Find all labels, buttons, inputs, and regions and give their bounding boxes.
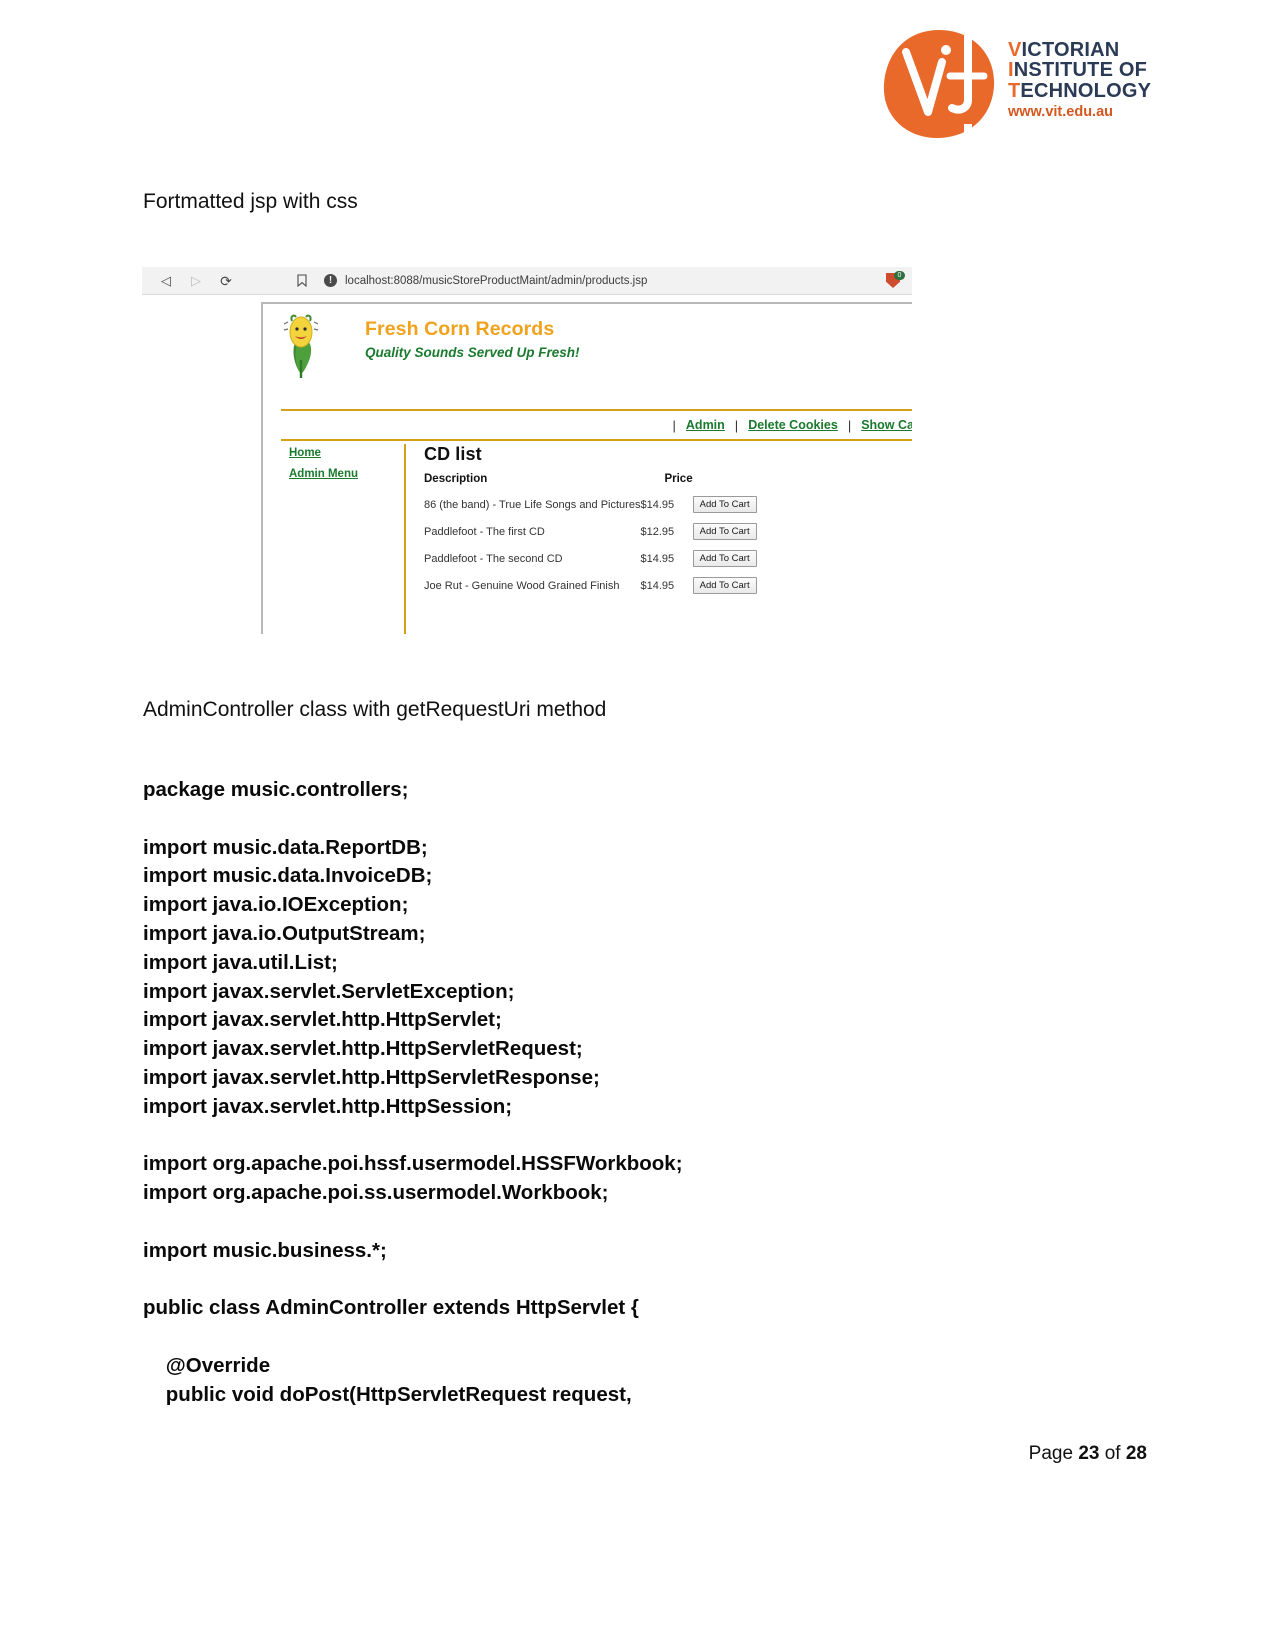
vit-logo-mark-icon <box>880 28 998 140</box>
site-header: Fresh Corn Records Quality Sounds Served… <box>263 304 912 384</box>
logo-website-url: www.vit.edu.au <box>1008 104 1114 121</box>
page-number-footer: Page 23 of 28 <box>1029 1443 1147 1465</box>
logo-line-1-rest: ICTORIAN <box>1021 39 1120 61</box>
add-to-cart-button[interactable]: Add To Cart <box>692 496 757 513</box>
nav-link-show-cart[interactable]: Show Ca <box>861 418 912 432</box>
nav-separator-3: | <box>847 417 852 433</box>
logo-line-3-rest: ECHNOLOGY <box>1020 79 1152 102</box>
logo-line-2-rest: NSTITUTE OF <box>1013 59 1148 82</box>
site-content: Home Admin Menu CD list Description Pric… <box>281 444 912 634</box>
cell-description: Paddlefoot - The first CD <box>424 525 545 538</box>
footer-current-page: 23 <box>1078 1443 1100 1464</box>
logo-line-2: INSTITUTE OF <box>1008 60 1151 80</box>
site-main: CD list Description Price 86 (the band) <box>406 444 912 634</box>
site-sidebar: Home Admin Menu <box>281 444 406 634</box>
java-code-listing: package music.controllers; import music.… <box>143 778 683 1406</box>
vit-logo-text: VICTORIAN INSTITUTE OF TECHNOLOGY www.vi… <box>1008 40 1151 120</box>
table-row: 86 (the band) - True Life Songs and Pict… <box>424 491 757 518</box>
url-text[interactable]: localhost:8088/musicStoreProductMaint/ad… <box>345 275 647 287</box>
extension-badge: 0 <box>894 270 905 280</box>
add-to-cart-button[interactable]: Add To Cart <box>692 577 757 594</box>
sidebar-item-home[interactable]: Home <box>289 447 404 459</box>
forward-icon[interactable]: ▷ <box>186 271 206 291</box>
site-title: Fresh Corn Records <box>365 318 555 340</box>
site-nav: | Admin | Delete Cookies | Show Ca <box>281 409 912 441</box>
nav-separator-1: | <box>672 417 676 433</box>
bookmark-icon[interactable] <box>292 271 312 291</box>
logo-line-1: VICTORIAN <box>1008 40 1151 60</box>
cell-description: 86 (the band) - True Life Songs and Pict… <box>424 498 641 511</box>
sidebar-item-admin-menu[interactable]: Admin Menu <box>289 468 404 480</box>
table-header-row: Description Price <box>424 473 757 491</box>
embedded-browser-screenshot: ◁ ▷ ⟳ ! localhost:8088/musicStoreProduct… <box>142 267 912 634</box>
caption-admin-controller: AdminController class with getRequestUri… <box>143 698 607 721</box>
extension-icon[interactable]: 0 <box>882 270 905 291</box>
cell-price: $12.95 <box>640 525 675 538</box>
corn-mascot-icon <box>280 312 322 380</box>
add-to-cart-button[interactable]: Add To Cart <box>692 523 757 540</box>
table-row: Paddlefoot - The first CD $12.95 Add To … <box>424 518 757 545</box>
reload-icon[interactable]: ⟳ <box>216 271 236 291</box>
cell-action: Add To Cart <box>692 545 757 572</box>
vit-logo: VICTORIAN INSTITUTE OF TECHNOLOGY www.vi… <box>880 22 1170 142</box>
nav-separator-2: | <box>734 417 739 433</box>
cd-list-table: Description Price 86 (the band) - True L… <box>424 473 757 599</box>
site-tagline: Quality Sounds Served Up Fresh! <box>365 345 580 360</box>
column-header-action <box>693 473 757 491</box>
logo-line-1-initial: V <box>1008 39 1022 61</box>
cell-description: Paddlefoot - The second CD <box>424 552 563 565</box>
logo-line-3-initial: T <box>1008 79 1021 102</box>
back-icon[interactable]: ◁ <box>156 271 176 291</box>
footer-total-pages: 28 <box>1125 1443 1147 1464</box>
cell-price: $14.95 <box>640 498 675 511</box>
caption-formatted-jsp: Fortmatted jsp with css <box>143 190 358 213</box>
cell-action: Add To Cart <box>692 518 757 545</box>
column-header-description: Description <box>424 473 488 485</box>
browser-toolbar: ◁ ▷ ⟳ ! localhost:8088/musicStoreProduct… <box>142 267 912 295</box>
cell-action: Add To Cart <box>692 572 757 599</box>
cell-price: $14.95 <box>640 552 675 565</box>
cell-description: Joe Rut - Genuine Wood Grained Finish <box>424 579 620 592</box>
music-store-page: Fresh Corn Records Quality Sounds Served… <box>261 302 912 634</box>
site-info-icon[interactable]: ! <box>324 274 337 287</box>
footer-middle: of <box>1099 1443 1126 1464</box>
document-page: VICTORIAN INSTITUTE OF TECHNOLOGY www.vi… <box>0 0 1275 1651</box>
page-title: CD list <box>424 444 482 464</box>
address-bar[interactable]: ! localhost:8088/musicStoreProductMaint/… <box>324 274 882 287</box>
footer-prefix: Page <box>1028 1443 1079 1464</box>
cell-action: Add To Cart <box>692 491 757 518</box>
nav-link-delete-cookies[interactable]: Delete Cookies <box>748 418 838 432</box>
logo-line-3: TECHNOLOGY <box>1008 81 1151 101</box>
table-row: Paddlefoot - The second CD $14.95 Add To… <box>424 545 757 572</box>
column-header-price: Price <box>664 473 693 485</box>
table-row: Joe Rut - Genuine Wood Grained Finish $1… <box>424 572 757 599</box>
add-to-cart-button[interactable]: Add To Cart <box>692 550 757 567</box>
nav-link-admin[interactable]: Admin <box>686 418 725 432</box>
cell-price: $14.95 <box>640 579 675 592</box>
